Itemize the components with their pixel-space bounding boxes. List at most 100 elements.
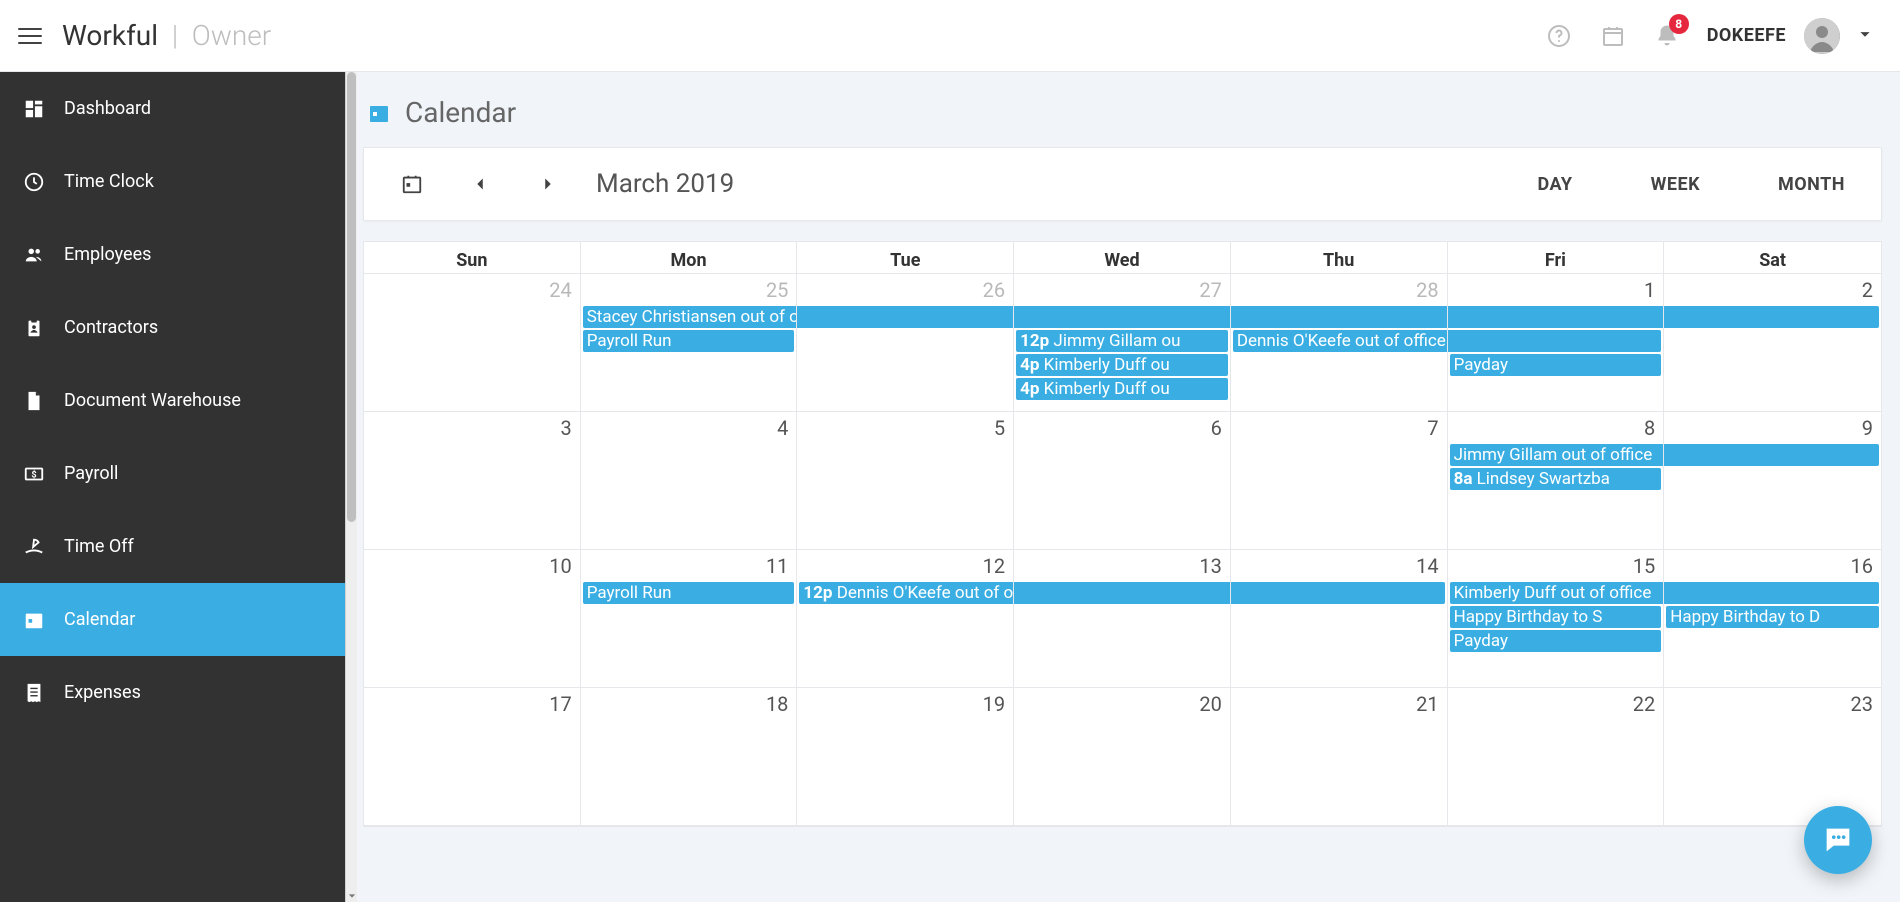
sidebar-item-expenses[interactable]: Expenses: [0, 656, 345, 729]
calendar-shortcut-icon[interactable]: [1599, 22, 1627, 50]
calendar-cell[interactable]: 9: [1664, 412, 1881, 550]
calendar-event[interactable]: 12p Dennis O'Keefe out of office: [799, 582, 1014, 604]
calendar-event[interactable]: [1231, 582, 1445, 604]
calendar-event[interactable]: 12p Jimmy Gillam ou: [1016, 330, 1228, 352]
sidebar-item-label: Time Off: [64, 536, 134, 557]
sidebar-item-dashboard[interactable]: Dashboard: [0, 72, 345, 145]
event-spacer: [1450, 378, 1662, 400]
calendar-event[interactable]: Payday: [1450, 630, 1662, 652]
view-week-tab[interactable]: WEEK: [1651, 174, 1700, 195]
calendar-event[interactable]: Payroll Run: [583, 582, 795, 604]
calendar-event[interactable]: [797, 306, 1014, 328]
help-icon[interactable]: [1545, 22, 1573, 50]
calendar-cell[interactable]: 4: [581, 412, 798, 550]
topbar: Workful | Owner 8 DOKEEFE: [0, 0, 1900, 72]
calendar-cell[interactable]: 1Payday: [1448, 274, 1665, 412]
sidebar-item-timeoff[interactable]: Time Off: [0, 510, 345, 583]
event-spacer: [1233, 378, 1445, 400]
calendar-event[interactable]: 8a Lindsey Swartzba: [1450, 468, 1662, 490]
calendar-cell[interactable]: 28Dennis O'Keefe out of office: [1231, 274, 1448, 412]
calendar-event[interactable]: Dennis O'Keefe out of office: [1233, 330, 1448, 352]
user-menu-caret[interactable]: [1854, 23, 1876, 49]
calendar-cell[interactable]: 16Happy Birthday to D: [1664, 550, 1881, 688]
calendar-cell[interactable]: 10: [364, 550, 581, 688]
day-header: Wed: [1014, 242, 1231, 274]
notifications-icon[interactable]: 8: [1653, 22, 1681, 50]
calendar-event[interactable]: [1448, 306, 1665, 328]
calendar-event[interactable]: [1014, 582, 1231, 604]
view-month-tab[interactable]: MONTH: [1778, 174, 1845, 195]
day-number: 24: [549, 278, 571, 302]
brand: Workful | Owner: [62, 19, 271, 52]
day-number: 27: [1199, 278, 1221, 302]
day-number: 14: [1416, 554, 1438, 578]
event-spacer: [1233, 354, 1445, 376]
calendar-cell[interactable]: 15Kimberly Duff out of officeHappy Birth…: [1448, 550, 1665, 688]
sidebar-item-calendar[interactable]: Calendar: [0, 583, 345, 656]
event-spacer: [799, 330, 1011, 352]
day-number: 2: [1862, 278, 1873, 302]
calendar-cell[interactable]: 11Payroll Run: [581, 550, 798, 688]
calendar-event[interactable]: Jimmy Gillam out of office: [1450, 444, 1665, 466]
prev-period-button[interactable]: [468, 172, 492, 196]
calendar-event[interactable]: [1664, 306, 1879, 328]
calendar-event[interactable]: Payday: [1450, 354, 1662, 376]
calendar-event[interactable]: 4p Kimberly Duff ou: [1016, 378, 1228, 400]
calendar-cell[interactable]: 3: [364, 412, 581, 550]
calendar-cell[interactable]: 21: [1231, 688, 1448, 826]
calendar-cell[interactable]: 13: [1014, 550, 1231, 688]
calendar-cell[interactable]: 24: [364, 274, 581, 412]
day-number: 25: [766, 278, 788, 302]
sidebar-item-label: Calendar: [64, 609, 135, 630]
calendar-cell[interactable]: 1212p Dennis O'Keefe out of office: [797, 550, 1014, 688]
day-number: 8: [1644, 416, 1655, 440]
calendar-event[interactable]: Payroll Run: [583, 330, 795, 352]
calendar-event[interactable]: 4p Kimberly Duff ou: [1016, 354, 1228, 376]
today-icon[interactable]: [400, 172, 424, 196]
calendar-cell[interactable]: 23: [1664, 688, 1881, 826]
calendar-cell[interactable]: 7: [1231, 412, 1448, 550]
day-number: 22: [1633, 692, 1655, 716]
chat-fab[interactable]: [1804, 806, 1872, 874]
sidebar-item-label: Expenses: [64, 682, 141, 703]
calendar-cell[interactable]: 22: [1448, 688, 1665, 826]
calendar-event[interactable]: [1664, 444, 1879, 466]
receipt-icon: [22, 681, 46, 705]
sidebar-item-docware[interactable]: Document Warehouse: [0, 364, 345, 437]
menu-toggle[interactable]: [18, 24, 42, 48]
calendar-event[interactable]: Happy Birthday to D: [1666, 606, 1879, 628]
sidebar-item-label: Dashboard: [64, 98, 151, 119]
calendar-event[interactable]: [1448, 330, 1662, 352]
calendar-cell[interactable]: 2712p Jimmy Gillam ou4p Kimberly Duff ou…: [1014, 274, 1231, 412]
event-spacer: [799, 444, 1011, 466]
calendar-event[interactable]: [1664, 582, 1879, 604]
sidebar-item-contractors[interactable]: Contractors: [0, 291, 345, 364]
calendar-cell[interactable]: 18: [581, 688, 798, 826]
calendar-cell[interactable]: 19: [797, 688, 1014, 826]
calendar-event[interactable]: [1014, 306, 1231, 328]
calendar-cell[interactable]: 2: [1664, 274, 1881, 412]
calendar-cell[interactable]: 20: [1014, 688, 1231, 826]
calendar-cell[interactable]: 8 Jimmy Gillam out of office8a Lindsey Sw…: [1448, 412, 1665, 550]
event-spacer: [366, 606, 578, 628]
sidebar-item-timeclock[interactable]: Time Clock: [0, 145, 345, 218]
calendar-event[interactable]: Stacey Christiansen out of office: [583, 306, 798, 328]
next-period-button[interactable]: [536, 172, 560, 196]
sidebar-item-employees[interactable]: Employees: [0, 218, 345, 291]
calendar-cell[interactable]: 14: [1231, 550, 1448, 688]
sidebar-item-label: Document Warehouse: [64, 390, 241, 411]
avatar[interactable]: [1804, 18, 1840, 54]
calendar-cell[interactable]: 25 Stacey Christiansen out of officePayro…: [581, 274, 798, 412]
calendar-cell[interactable]: 6: [1014, 412, 1231, 550]
calendar-cell[interactable]: 17: [364, 688, 581, 826]
calendar-cell[interactable]: 5: [797, 412, 1014, 550]
calendar-event[interactable]: Kimberly Duff out of office: [1450, 582, 1665, 604]
sidebar-item-payroll[interactable]: $Payroll: [0, 437, 345, 510]
day-number: 9: [1862, 416, 1873, 440]
calendar-cell[interactable]: 26: [797, 274, 1014, 412]
view-day-tab[interactable]: DAY: [1537, 174, 1572, 195]
svg-text:$: $: [31, 469, 36, 480]
calendar-event[interactable]: [1231, 306, 1448, 328]
day-header: Tue: [797, 242, 1014, 274]
calendar-event[interactable]: Happy Birthday to S: [1450, 606, 1662, 628]
